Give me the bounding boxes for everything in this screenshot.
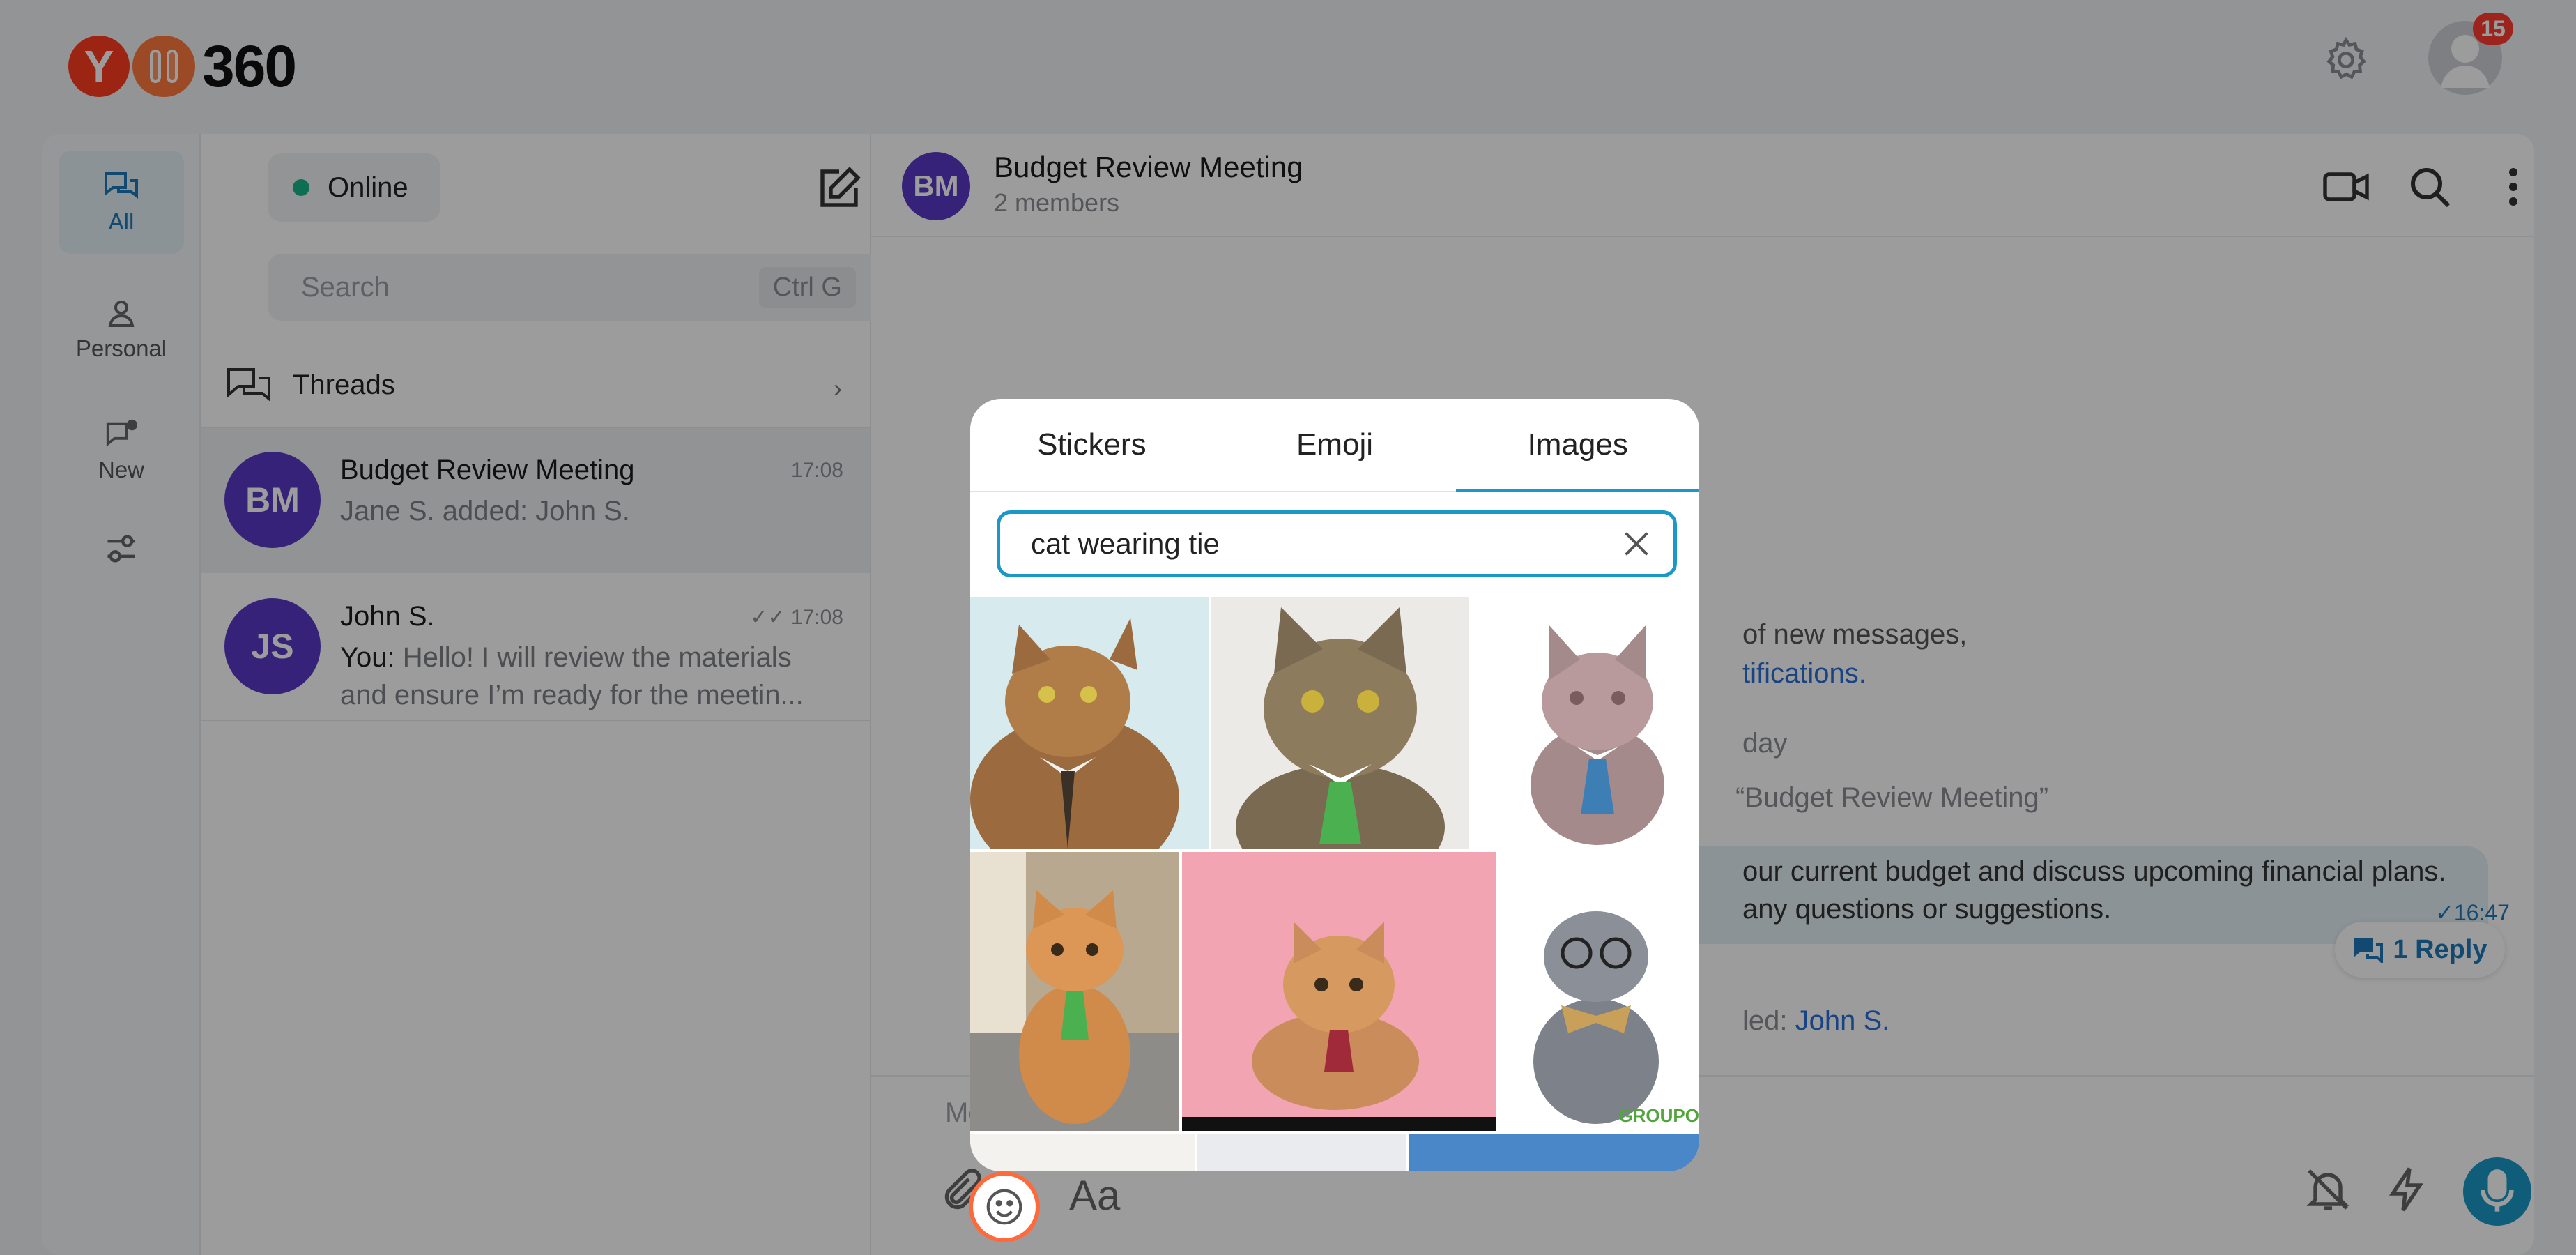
image-result-cat-looking-up[interactable]	[970, 597, 1209, 849]
image-result-partial-1[interactable]	[970, 1134, 1195, 1171]
image-result-cat-pink-red-tie[interactable]	[1182, 852, 1496, 1131]
image-result-grey-cat-bowtie[interactable]: GROUPO	[1498, 852, 1699, 1131]
smiley-icon	[986, 1189, 1022, 1225]
image-result-cat-sticker-blue-tie[interactable]	[1472, 597, 1699, 849]
image-search-value: cat wearing tie	[1031, 527, 1220, 560]
cat-image	[1525, 625, 1670, 849]
image-search-input[interactable]: cat wearing tie	[997, 510, 1677, 577]
cat-image	[1236, 607, 1445, 849]
clear-search-icon[interactable]	[1620, 528, 1653, 560]
tab-emoji[interactable]: Emoji	[1213, 399, 1457, 491]
tab-images[interactable]: Images	[1456, 399, 1699, 492]
cat-image	[1533, 911, 1659, 1124]
cat-image	[970, 618, 1179, 849]
tab-stickers[interactable]: Stickers	[970, 399, 1213, 491]
image-result-partial-3[interactable]	[1409, 1134, 1699, 1171]
image-result-partial-2[interactable]	[1197, 1134, 1406, 1171]
cat-image	[970, 852, 1179, 1131]
image-watermark: GROUPO	[1618, 1105, 1699, 1126]
emoji-picker-button[interactable]	[969, 1171, 1040, 1242]
image-result-orange-cat-green-tie[interactable]	[970, 852, 1179, 1131]
image-result-tabby-green-tie[interactable]	[1211, 597, 1469, 849]
picker-tabs: Stickers Emoji Images	[970, 399, 1699, 492]
cat-image	[1182, 922, 1496, 1131]
sticker-emoji-image-picker: Stickers Emoji Images cat wearing tie GR…	[970, 399, 1699, 1171]
